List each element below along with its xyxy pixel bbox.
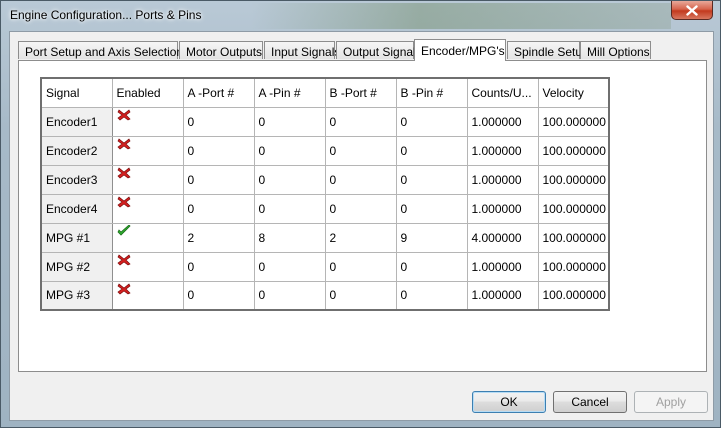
a-port-cell[interactable]: 2 <box>182 222 255 253</box>
b-pin-cell[interactable]: 0 <box>395 193 468 224</box>
enabled-cell[interactable] <box>111 280 184 311</box>
tab-panel: Signal Enabled A -Port # A -Pin # B -Por… <box>18 60 707 372</box>
row-header-signal[interactable]: Encoder3 <box>40 164 113 195</box>
column-header-counts[interactable]: Counts/U... <box>466 77 539 108</box>
close-button[interactable] <box>671 1 713 20</box>
b-pin-cell[interactable]: 0 <box>395 251 468 282</box>
velocity-cell[interactable]: 100.000000 <box>537 135 610 166</box>
red-x-icon <box>116 195 131 207</box>
b-port-cell[interactable]: 0 <box>324 135 397 166</box>
table-row: Encoder4 0 0 0 0 1.000000 100.000000 <box>40 193 610 224</box>
column-header-a-pin[interactable]: A -Pin # <box>253 77 326 108</box>
enabled-cell[interactable] <box>111 106 184 137</box>
a-pin-cell[interactable]: 0 <box>253 193 326 224</box>
grid-header-row: Signal Enabled A -Port # A -Pin # B -Por… <box>40 77 610 108</box>
column-header-velocity[interactable]: Velocity <box>537 77 610 108</box>
counts-cell[interactable]: 1.000000 <box>466 193 539 224</box>
table-row: Encoder3 0 0 0 0 1.000000 100.000000 <box>40 164 610 195</box>
enabled-cell[interactable] <box>111 164 184 195</box>
table-row: Encoder1 0 0 0 0 1.000000 100.000000 <box>40 106 610 137</box>
red-x-icon <box>116 166 131 178</box>
b-pin-cell[interactable]: 0 <box>395 280 468 311</box>
a-port-cell[interactable]: 0 <box>182 280 255 311</box>
ok-button[interactable]: OK <box>472 391 546 413</box>
velocity-cell[interactable]: 100.000000 <box>537 251 610 282</box>
counts-cell[interactable]: 1.000000 <box>466 164 539 195</box>
table-row: MPG #1 2 8 2 9 4.000000 100.000000 <box>40 222 610 253</box>
counts-cell[interactable]: 1.000000 <box>466 280 539 311</box>
dialog-window: Engine Configuration... Ports & Pins Por… <box>0 0 721 428</box>
b-port-cell[interactable]: 0 <box>324 193 397 224</box>
enabled-cell[interactable] <box>111 222 184 253</box>
row-header-signal[interactable]: Encoder2 <box>40 135 113 166</box>
tab-input-signals[interactable]: Input Signals <box>264 41 340 59</box>
b-pin-cell[interactable]: 0 <box>395 106 468 137</box>
table-row: MPG #2 0 0 0 0 1.000000 100.000000 <box>40 251 610 282</box>
column-header-signal[interactable]: Signal <box>40 77 113 108</box>
window-title: Engine Configuration... Ports & Pins <box>10 8 202 22</box>
counts-cell[interactable]: 1.000000 <box>466 106 539 137</box>
a-port-cell[interactable]: 0 <box>182 135 255 166</box>
counts-cell[interactable]: 4.000000 <box>466 222 539 253</box>
tab-encoder-mpgs[interactable]: Encoder/MPG's <box>414 39 506 61</box>
column-header-b-port[interactable]: B -Port # <box>324 77 397 108</box>
red-x-icon <box>116 253 131 265</box>
velocity-cell[interactable]: 100.000000 <box>537 222 610 253</box>
red-x-icon <box>116 137 131 149</box>
velocity-cell[interactable]: 100.000000 <box>537 106 610 137</box>
b-pin-cell[interactable]: 0 <box>395 164 468 195</box>
a-port-cell[interactable]: 0 <box>182 251 255 282</box>
dialog-client: Port Setup and Axis Selection Motor Outp… <box>9 31 714 421</box>
b-pin-cell[interactable]: 9 <box>395 222 468 253</box>
table-row: Encoder2 0 0 0 0 1.000000 100.000000 <box>40 135 610 166</box>
apply-button[interactable]: Apply <box>634 391 708 413</box>
tab-motor-outputs[interactable]: Motor Outputs <box>179 41 263 59</box>
tab-port-setup[interactable]: Port Setup and Axis Selection <box>18 41 183 59</box>
red-x-icon <box>116 108 131 120</box>
row-header-signal[interactable]: MPG #1 <box>40 222 113 253</box>
close-icon <box>686 4 698 16</box>
enabled-cell[interactable] <box>111 251 184 282</box>
row-header-signal[interactable]: Encoder4 <box>40 193 113 224</box>
red-x-icon <box>116 282 131 294</box>
a-pin-cell[interactable]: 0 <box>253 164 326 195</box>
b-pin-cell[interactable]: 0 <box>395 135 468 166</box>
a-pin-cell[interactable]: 0 <box>253 280 326 311</box>
row-header-signal[interactable]: MPG #2 <box>40 251 113 282</box>
velocity-cell[interactable]: 100.000000 <box>537 164 610 195</box>
a-pin-cell[interactable]: 0 <box>253 135 326 166</box>
table-row: MPG #3 0 0 0 0 1.000000 100.000000 <box>40 280 610 311</box>
enabled-cell[interactable] <box>111 135 184 166</box>
enabled-cell[interactable] <box>111 193 184 224</box>
a-pin-cell[interactable]: 8 <box>253 222 326 253</box>
velocity-cell[interactable]: 100.000000 <box>537 193 610 224</box>
a-pin-cell[interactable]: 0 <box>253 106 326 137</box>
a-pin-cell[interactable]: 0 <box>253 251 326 282</box>
b-port-cell[interactable]: 0 <box>324 164 397 195</box>
row-header-signal[interactable]: MPG #3 <box>40 280 113 311</box>
column-header-a-port[interactable]: A -Port # <box>182 77 255 108</box>
column-header-b-pin[interactable]: B -Pin # <box>395 77 468 108</box>
grid-body: Encoder1 0 0 0 0 1.000000 100.000000 Encoder2 0 0… <box>40 106 610 311</box>
green-checkmark-icon <box>117 224 131 236</box>
counts-cell[interactable]: 1.000000 <box>466 135 539 166</box>
a-port-cell[interactable]: 0 <box>182 106 255 137</box>
column-header-enabled[interactable]: Enabled <box>111 77 184 108</box>
cancel-button[interactable]: Cancel <box>553 391 627 413</box>
b-port-cell[interactable]: 0 <box>324 251 397 282</box>
b-port-cell[interactable]: 0 <box>324 280 397 311</box>
tab-mill-options[interactable]: Mill Options <box>580 41 651 59</box>
encoder-grid: Signal Enabled A -Port # A -Pin # B -Por… <box>40 77 610 311</box>
b-port-cell[interactable]: 0 <box>324 106 397 137</box>
tab-output-signals[interactable]: Output Signals <box>336 41 422 59</box>
a-port-cell[interactable]: 0 <box>182 193 255 224</box>
a-port-cell[interactable]: 0 <box>182 164 255 195</box>
velocity-cell[interactable]: 100.000000 <box>537 280 610 311</box>
row-header-signal[interactable]: Encoder1 <box>40 106 113 137</box>
tab-spindle-setup[interactable]: Spindle Setup <box>507 41 589 59</box>
b-port-cell[interactable]: 2 <box>324 222 397 253</box>
counts-cell[interactable]: 1.000000 <box>466 251 539 282</box>
